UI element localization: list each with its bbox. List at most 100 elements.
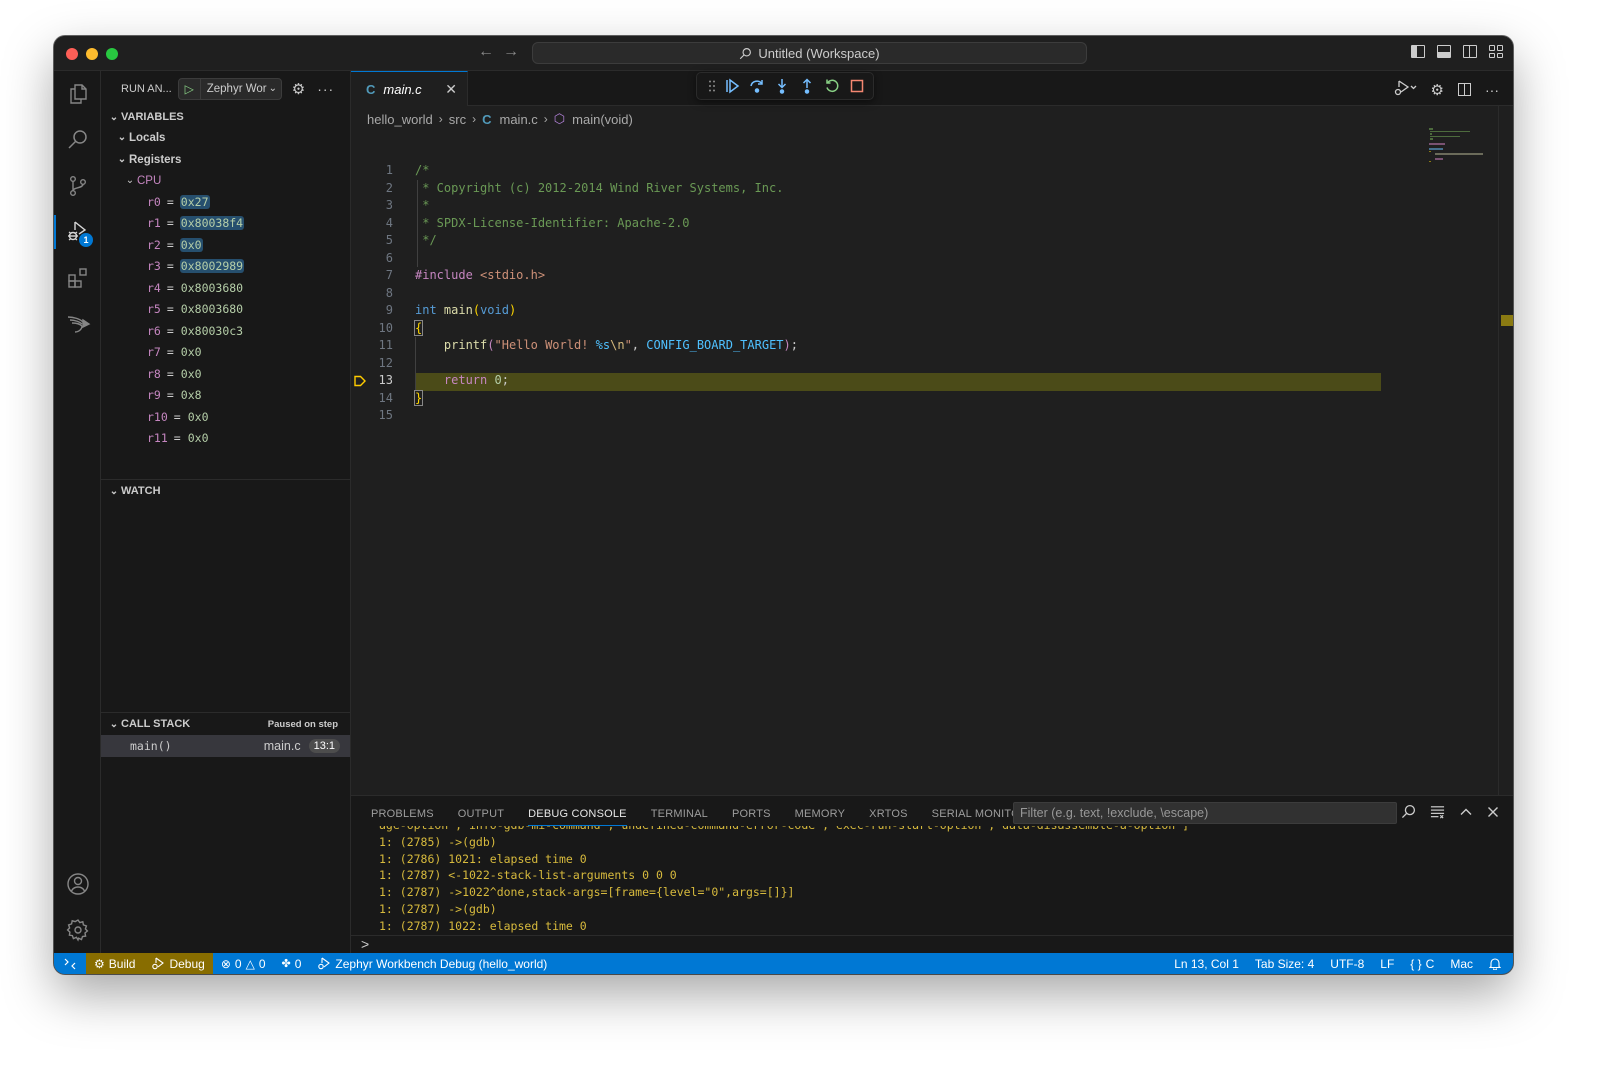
breadcrumb-folder[interactable]: hello_world: [367, 112, 433, 127]
variables-section-header[interactable]: ⌄ VARIABLES: [101, 106, 350, 128]
code-line[interactable]: 6: [351, 250, 1513, 268]
start-debugging-icon[interactable]: ▷: [179, 78, 201, 99]
toggle-panel-icon[interactable]: [1437, 45, 1451, 58]
end-of-line[interactable]: LF: [1372, 953, 1402, 974]
register-row[interactable]: r8 = 0x0: [101, 363, 350, 385]
stop-icon[interactable]: [844, 75, 869, 97]
gear-icon[interactable]: [54, 907, 101, 953]
account-icon[interactable]: [54, 861, 101, 907]
code-line[interactable]: 13 return 0;: [351, 372, 1513, 390]
step-out-icon[interactable]: [794, 75, 819, 97]
maximize-window-button[interactable]: [106, 48, 118, 60]
restart-icon[interactable]: [819, 75, 844, 97]
files-icon[interactable]: [54, 71, 101, 117]
continue-icon[interactable]: [719, 75, 744, 97]
breadcrumb-symbol[interactable]: main(void): [572, 112, 633, 127]
zephyr-icon[interactable]: [54, 301, 101, 347]
more-actions-icon[interactable]: ···: [1485, 82, 1499, 98]
tree-item-registers[interactable]: ⌄ Registers: [101, 149, 350, 171]
ports-count: 0: [294, 956, 302, 971]
call-stack-section-header[interactable]: ⌄ CALL STACK Paused on step: [101, 713, 350, 735]
problems-indicator[interactable]: ⊗ 0 △ 0: [213, 953, 274, 974]
close-window-button[interactable]: [66, 48, 78, 60]
tree-item-locals[interactable]: ⌄ Locals: [101, 127, 350, 149]
code-line[interactable]: 12: [351, 355, 1513, 373]
forward-arrow-icon[interactable]: →: [503, 43, 519, 61]
code-line[interactable]: 15: [351, 407, 1513, 425]
launch-config-status[interactable]: Zephyr Workbench Debug (hello_world): [309, 953, 555, 974]
code-line[interactable]: 5 */: [351, 232, 1513, 250]
run-debug-dropdown-icon[interactable]: [1393, 80, 1417, 99]
line-number: 9: [385, 303, 393, 317]
register-row[interactable]: r3 = 0x8002989: [101, 256, 350, 278]
maximize-panel-icon[interactable]: [1459, 805, 1473, 822]
search-icon[interactable]: [54, 117, 101, 163]
equals-sign: =: [166, 323, 174, 338]
encoding[interactable]: UTF-8: [1322, 953, 1372, 974]
launch-config-selector[interactable]: ▷ Zephyr Wor ⌄: [177, 77, 282, 100]
toggle-secondary-sidebar-icon[interactable]: [1463, 45, 1477, 58]
build-button[interactable]: ⚙ Build: [86, 953, 143, 974]
back-arrow-icon[interactable]: ←: [478, 43, 494, 61]
minimize-window-button[interactable]: [86, 48, 98, 60]
code-line[interactable]: 14}: [351, 389, 1513, 408]
register-row[interactable]: r11 = 0x0: [101, 428, 350, 450]
command-center[interactable]: Untitled (Workspace): [532, 42, 1087, 64]
platform[interactable]: Mac: [1442, 953, 1481, 974]
close-panel-icon[interactable]: [1487, 806, 1499, 821]
console-filter-input[interactable]: [1013, 802, 1397, 824]
gear-icon[interactable]: ⚙: [1431, 81, 1444, 99]
code-line[interactable]: 9 int main(void): [351, 302, 1513, 320]
line-number: 15: [378, 408, 393, 422]
register-row[interactable]: r0 = 0x27: [101, 191, 350, 213]
language-mode[interactable]: { } C: [1402, 953, 1442, 974]
toggle-primary-sidebar-icon[interactable]: [1411, 45, 1425, 58]
debug-console-input[interactable]: >: [351, 935, 1513, 953]
notifications[interactable]: [1481, 953, 1513, 974]
code-line[interactable]: 11 printf("Hello World! %s\n", CONFIG_BO…: [351, 337, 1513, 355]
watch-section-header[interactable]: ⌄ WATCH: [101, 480, 350, 502]
customize-layout-icon[interactable]: [1489, 45, 1503, 58]
line-number: 1: [385, 163, 393, 177]
tab-main-c[interactable]: C main.c ✕: [351, 71, 468, 106]
register-row[interactable]: r9 = 0x8: [101, 385, 350, 407]
code-line[interactable]: 3 *: [351, 197, 1513, 215]
run-debug-icon[interactable]: 1: [54, 209, 101, 255]
open-launch-json-gear-icon[interactable]: ⚙: [292, 80, 305, 98]
code-line[interactable]: 1 /*: [351, 162, 1513, 180]
register-row[interactable]: r2 = 0x0: [101, 234, 350, 256]
find-icon[interactable]: [1401, 804, 1416, 822]
breadcrumb-file[interactable]: main.c: [500, 112, 538, 127]
register-row[interactable]: r6 = 0x80030c3: [101, 320, 350, 342]
register-row[interactable]: r10 = 0x0: [101, 406, 350, 428]
cursor-position[interactable]: Ln 13, Col 1: [1166, 953, 1247, 974]
split-editor-icon[interactable]: [1458, 83, 1471, 96]
call-stack-frame[interactable]: main() main.c 13:1: [101, 735, 350, 757]
step-over-icon[interactable]: [744, 75, 769, 97]
register-row[interactable]: r7 = 0x0: [101, 342, 350, 364]
register-row[interactable]: r1 = 0x80038f4: [101, 213, 350, 235]
debug-button[interactable]: Debug: [143, 953, 212, 974]
tab-size[interactable]: Tab Size: 4: [1247, 953, 1322, 974]
close-tab-icon[interactable]: ✕: [445, 81, 457, 98]
tree-item-cpu[interactable]: ⌄ CPU: [101, 170, 350, 192]
ports-indicator[interactable]: ✤ 0: [274, 953, 310, 974]
code-line[interactable]: 7 #include <stdio.h>: [351, 267, 1513, 285]
code-line[interactable]: 4 * SPDX-License-Identifier: Apache-2.0: [351, 215, 1513, 233]
register-row[interactable]: r4 = 0x8003680: [101, 277, 350, 299]
remote-indicator[interactable]: [54, 953, 86, 974]
code-line[interactable]: 2 * Copyright (c) 2012-2014 Wind River S…: [351, 180, 1513, 198]
code-line[interactable]: 8: [351, 285, 1513, 303]
code-line[interactable]: 10 {: [351, 319, 1513, 338]
extensions-icon[interactable]: [54, 255, 101, 301]
step-into-icon[interactable]: [769, 75, 794, 97]
minimap[interactable]: [1425, 126, 1495, 166]
editor-scrollbar[interactable]: [1498, 106, 1499, 795]
drag-handle-icon[interactable]: [705, 75, 719, 97]
clear-console-icon[interactable]: [1430, 804, 1445, 822]
more-actions-icon[interactable]: ···: [317, 81, 334, 97]
breadcrumb-src[interactable]: src: [449, 112, 466, 127]
register-row[interactable]: r5 = 0x8003680: [101, 299, 350, 321]
source-control-icon[interactable]: [54, 163, 101, 209]
